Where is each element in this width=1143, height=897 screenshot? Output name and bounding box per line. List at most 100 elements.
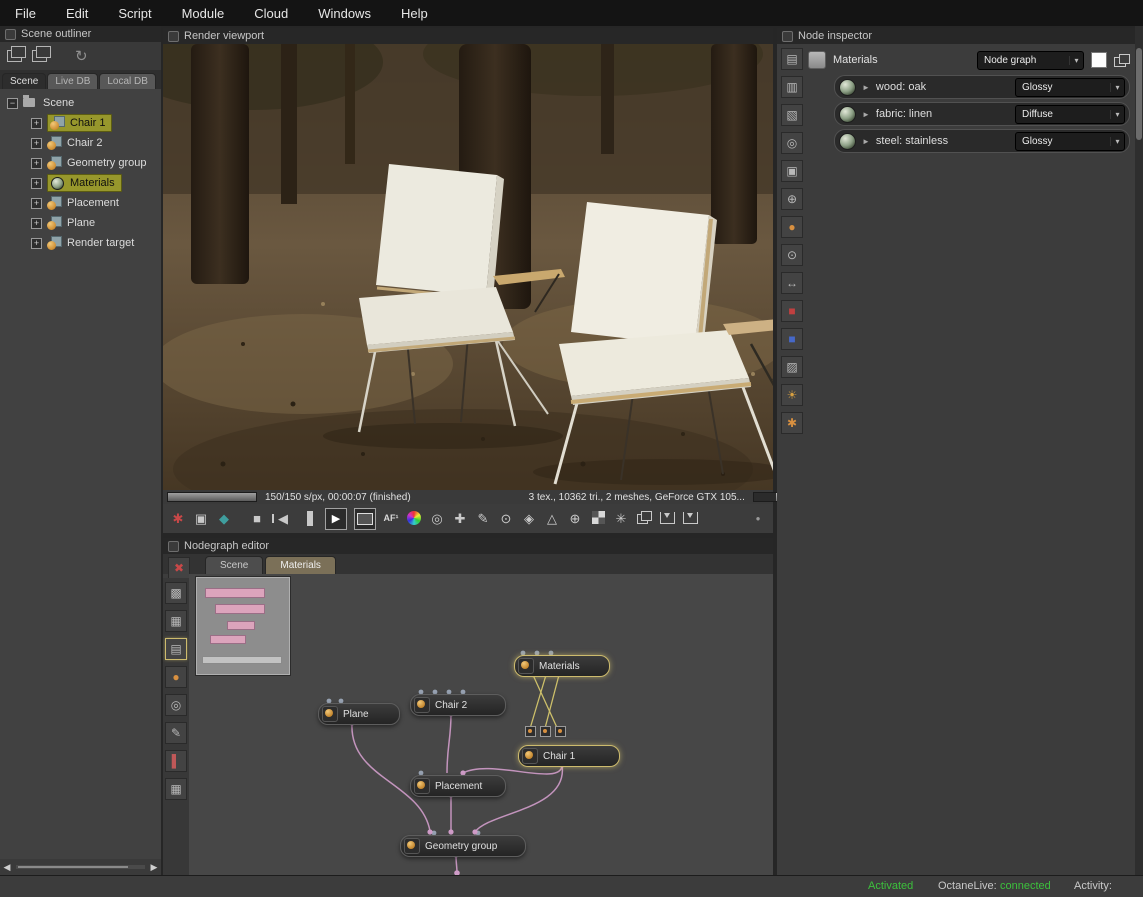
subsample-icon[interactable]: ◆ (216, 512, 232, 525)
expander-icon[interactable]: ► (862, 137, 870, 146)
tab-local-db[interactable]: Local DB (99, 73, 156, 89)
node-type-dropdown[interactable]: Node graph ▾ (977, 50, 1084, 70)
scroll-right-icon[interactable]: ▶ (147, 862, 161, 873)
play-render-icon[interactable]: ▶ (325, 507, 347, 530)
scroll-thumb[interactable] (1136, 48, 1142, 140)
tab-graph-materials[interactable]: Materials (265, 556, 336, 574)
material-pin[interactable] (555, 726, 566, 737)
duplicate-view-icon[interactable] (32, 46, 51, 62)
alpha-display-icon[interactable]: ◎ (429, 512, 445, 525)
tree-label[interactable]: Chair 1 (70, 117, 105, 129)
export-image-icon[interactable] (682, 511, 698, 526)
focus-picker-icon[interactable]: ✚ (452, 512, 468, 525)
whitebalance-picker-icon[interactable]: ✎ (475, 512, 491, 525)
material-type-dropdown[interactable]: Glossy ▾ (1015, 131, 1125, 151)
menu-help[interactable]: Help (386, 6, 443, 21)
new-window-icon[interactable] (7, 46, 26, 62)
nodes-category-icon[interactable]: ▤ (781, 48, 803, 70)
tab-scene[interactable]: Scene (2, 73, 47, 89)
medium-icon[interactable]: ⊙ (781, 244, 803, 266)
picture-icon[interactable]: ▨ (781, 356, 803, 378)
pin-node-icon[interactable]: ▌ (165, 750, 187, 772)
tab-live-db[interactable]: Live DB (47, 73, 99, 89)
restart-frame-icon[interactable]: ◀ (272, 512, 291, 525)
node-plane[interactable]: Plane (318, 703, 400, 725)
options-icon[interactable]: ● (750, 514, 766, 523)
autofocus-icon[interactable]: AF¹ (383, 514, 399, 523)
node-placement[interactable]: Placement (410, 775, 506, 797)
annotate-icon[interactable]: ✎ (165, 722, 187, 744)
zoom-icon[interactable]: ⊕ (567, 512, 583, 525)
image-icon[interactable]: ▧ (781, 104, 803, 126)
node-geometry-group[interactable]: Geometry group (400, 835, 526, 857)
material-category-icon[interactable]: ● (781, 216, 803, 238)
detach-window-icon[interactable] (1114, 53, 1130, 67)
environment-icon[interactable]: ⊕ (781, 188, 803, 210)
tree-label[interactable]: Materials (70, 177, 115, 189)
nodegraph-canvas[interactable]: Plane Chair 2 Materials Chair 1 Placemen… (189, 574, 773, 875)
expand-icon[interactable]: + (31, 137, 42, 149)
copy-image-icon[interactable] (636, 511, 652, 526)
expander-icon[interactable]: ► (862, 83, 870, 92)
tree-label[interactable]: Placement (67, 197, 119, 209)
menu-windows[interactable]: Windows (303, 6, 386, 21)
layout-nodes-icon[interactable]: ▦ (165, 610, 187, 632)
panel-widget-icon[interactable] (782, 30, 793, 42)
tree-row-geometry-group[interactable]: + Geometry group (0, 153, 161, 173)
inspector-vscrollbar[interactable] (1135, 26, 1143, 875)
geometry-category-icon[interactable]: ■ (781, 300, 803, 322)
outliner-hscrollbar[interactable]: ◀ ▶ (0, 859, 161, 875)
expander-icon[interactable]: ► (862, 110, 870, 119)
material-row-fabric[interactable]: ► fabric: linen Diffuse ▾ (834, 102, 1130, 126)
material-picker-icon[interactable]: ⊙ (498, 512, 514, 525)
node-chair1[interactable]: Chair 1 (518, 745, 620, 767)
panel-widget-icon[interactable] (168, 540, 179, 552)
tree-row-chair1[interactable]: + Chair 1 (0, 113, 161, 133)
tree-label[interactable]: Scene (43, 97, 74, 109)
kernel-icon[interactable]: ✱ (781, 412, 803, 434)
render-target-icon[interactable]: ◎ (781, 132, 803, 154)
nodegraph-minimap[interactable] (196, 577, 290, 675)
displacement-icon[interactable]: ■ (781, 328, 803, 350)
stop-render-icon[interactable]: ■ (249, 512, 265, 525)
tree-row-scene[interactable]: − Scene (0, 93, 161, 113)
scroll-track[interactable] (16, 865, 145, 869)
save-preset-icon[interactable]: ▣ (781, 160, 803, 182)
render-image[interactable] (163, 44, 773, 490)
rgb-display-icon[interactable] (406, 510, 422, 527)
save-image-icon[interactable] (659, 511, 675, 526)
collapse-icon[interactable]: − (7, 97, 18, 109)
camera-picker-icon[interactable]: △ (544, 512, 560, 525)
menu-module[interactable]: Module (167, 6, 240, 21)
delete-node-icon[interactable]: ✖ (168, 557, 190, 579)
expand-icon[interactable]: + (31, 117, 42, 129)
background-checker-icon[interactable] (590, 511, 606, 526)
transform-icon[interactable]: ↔ (781, 272, 803, 294)
tree-label[interactable]: Geometry group (67, 157, 146, 169)
panel-widget-icon[interactable] (168, 30, 179, 42)
scroll-thumb[interactable] (18, 866, 128, 868)
material-row-steel[interactable]: ► steel: stainless Glossy ▾ (834, 129, 1130, 153)
tree-label[interactable]: Render target (67, 237, 134, 249)
color-swatch[interactable] (1091, 52, 1107, 68)
restart-render-icon[interactable]: ✱ (170, 512, 186, 525)
node-chair2[interactable]: Chair 2 (410, 694, 506, 716)
tree-row-chair2[interactable]: + Chair 2 (0, 133, 161, 153)
refresh-icon[interactable]: ↻ (75, 49, 88, 64)
tab-graph-scene[interactable]: Scene (205, 556, 264, 574)
table-view-icon[interactable]: ▦ (165, 778, 187, 800)
texture-node-icon[interactable]: ◎ (165, 694, 187, 716)
expand-icon[interactable]: + (31, 157, 42, 169)
node-materials[interactable]: Materials (514, 655, 610, 677)
material-pin[interactable] (525, 726, 536, 737)
object-picker-icon[interactable]: ◈ (521, 512, 537, 525)
menu-file[interactable]: File (0, 6, 51, 21)
material-type-dropdown[interactable]: Glossy ▾ (1015, 77, 1125, 97)
realtime-render-icon[interactable] (354, 507, 376, 530)
material-type-dropdown[interactable]: Diffuse ▾ (1015, 104, 1125, 124)
material-node-icon[interactable]: ● (165, 666, 187, 688)
render-region-icon[interactable]: ▣ (193, 512, 209, 525)
material-row-wood[interactable]: ► wood: oak Glossy ▾ (834, 75, 1130, 99)
expand-icon[interactable]: + (31, 177, 42, 189)
scroll-left-icon[interactable]: ◀ (0, 862, 14, 873)
